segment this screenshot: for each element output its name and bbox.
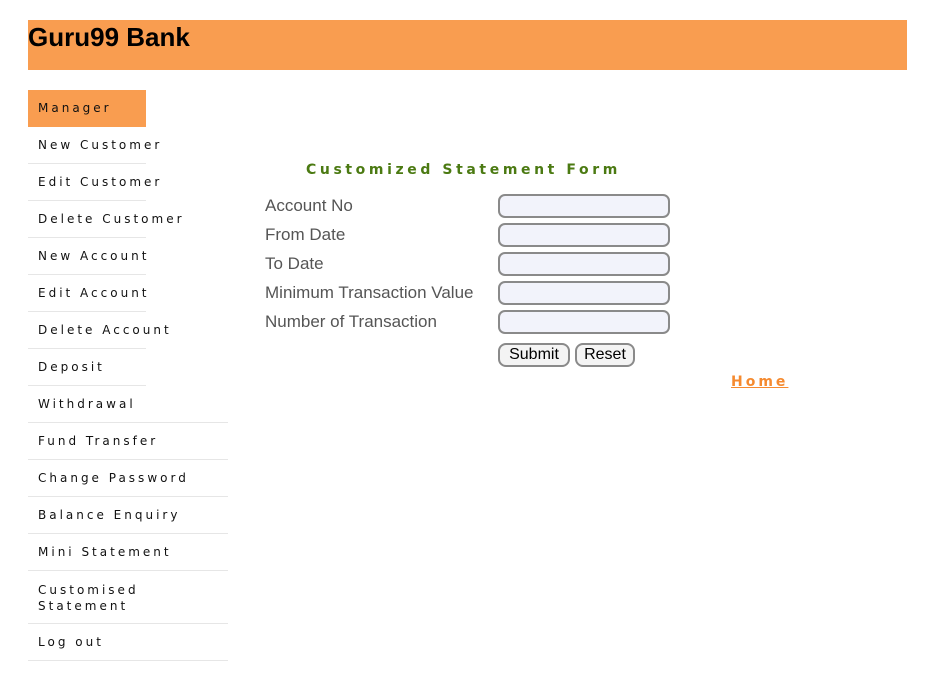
sidebar-item-balance-enquiry[interactable]: Balance Enquiry (28, 497, 228, 534)
to-date-input[interactable] (498, 252, 670, 276)
sidebar-item-customised-statement[interactable]: Customised Statement (28, 571, 228, 624)
min-transaction-value-label: Minimum Transaction Value (265, 283, 474, 302)
sidebar-menu: Manager New Customer Edit Customer Delet… (28, 90, 228, 661)
sidebar-item-delete-customer[interactable]: Delete Customer (28, 201, 182, 238)
from-date-input[interactable] (498, 223, 670, 247)
number-of-transaction-label: Number of Transaction (265, 312, 437, 331)
from-date-label: From Date (265, 225, 346, 244)
sidebar-item-new-customer[interactable]: New Customer (28, 127, 159, 164)
sidebar-item-mini-statement[interactable]: Mini Statement (28, 534, 228, 571)
sidebar-item-deposit[interactable]: Deposit (28, 349, 146, 386)
sidebar-item-withdrawal[interactable]: Withdrawal (28, 386, 228, 423)
sidebar-item-log-out[interactable]: Log out (28, 624, 228, 661)
bank-title: Guru99 Bank (28, 22, 190, 52)
sidebar-item-fund-transfer[interactable]: Fund Transfer (28, 423, 228, 460)
to-date-label: To Date (265, 254, 324, 273)
sidebar-item-delete-account[interactable]: Delete Account (28, 312, 169, 349)
submit-button[interactable]: Submit (498, 343, 570, 367)
home-link[interactable]: Home (731, 374, 788, 390)
sidebar-item-change-password[interactable]: Change Password (28, 460, 228, 497)
sidebar-item-new-account[interactable]: New Account (28, 238, 146, 275)
page-header: Guru99 Bank (28, 20, 907, 70)
sidebar-item-manager[interactable]: Manager (28, 90, 146, 127)
account-no-input[interactable] (498, 194, 670, 218)
account-no-label: Account No (265, 196, 353, 215)
number-of-transaction-input[interactable] (498, 310, 670, 334)
sidebar-item-edit-customer[interactable]: Edit Customer (28, 164, 159, 201)
form-title: Customized Statement Form (306, 162, 621, 178)
min-transaction-value-input[interactable] (498, 281, 670, 305)
sidebar-item-edit-account[interactable]: Edit Account (28, 275, 147, 312)
reset-button[interactable]: Reset (575, 343, 635, 367)
